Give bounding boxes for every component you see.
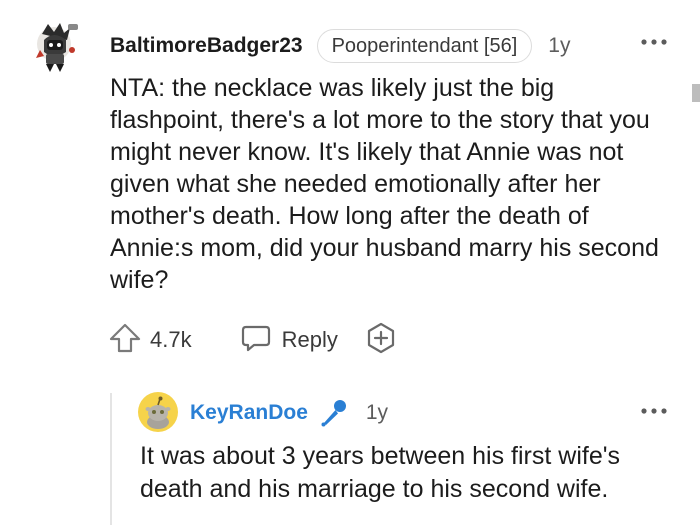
comment-body: NTA: the necklace was likely just the bi… bbox=[110, 74, 659, 294]
user-flair: Pooperintendant [56] bbox=[316, 29, 533, 63]
microphone-icon bbox=[318, 397, 350, 429]
reply-username[interactable]: KeyRanDoe bbox=[190, 401, 308, 425]
reply-button[interactable]: Reply bbox=[240, 322, 338, 359]
award-plus-icon bbox=[364, 321, 398, 360]
vote-group: 4.7k bbox=[108, 321, 192, 360]
scrollbar-thumb[interactable] bbox=[692, 84, 700, 102]
more-options-icon[interactable] bbox=[640, 32, 668, 52]
comment-header: BaltimoreBadger23 Pooperintendant [56] 1… bbox=[110, 27, 570, 65]
reply-body: It was about 3 years between his first w… bbox=[140, 442, 620, 503]
reply-bubble-icon bbox=[240, 322, 272, 359]
more-options-icon[interactable] bbox=[640, 401, 668, 421]
comment-actions: 4.7k Reply bbox=[108, 322, 398, 358]
username[interactable]: BaltimoreBadger23 bbox=[110, 34, 303, 58]
reply-timestamp: 1y bbox=[365, 401, 389, 424]
reply-label: Reply bbox=[281, 327, 338, 352]
upvote-arrow-icon[interactable] bbox=[108, 321, 142, 360]
snoo-avatar-icon[interactable] bbox=[138, 392, 178, 432]
vote-count: 4.7k bbox=[150, 327, 192, 352]
user-avatar-icon[interactable] bbox=[32, 20, 86, 74]
thread-line[interactable] bbox=[110, 393, 112, 525]
award-button[interactable] bbox=[364, 321, 398, 360]
reply-header: KeyRanDoe 1y bbox=[190, 396, 388, 430]
timestamp: 1y bbox=[548, 34, 571, 57]
